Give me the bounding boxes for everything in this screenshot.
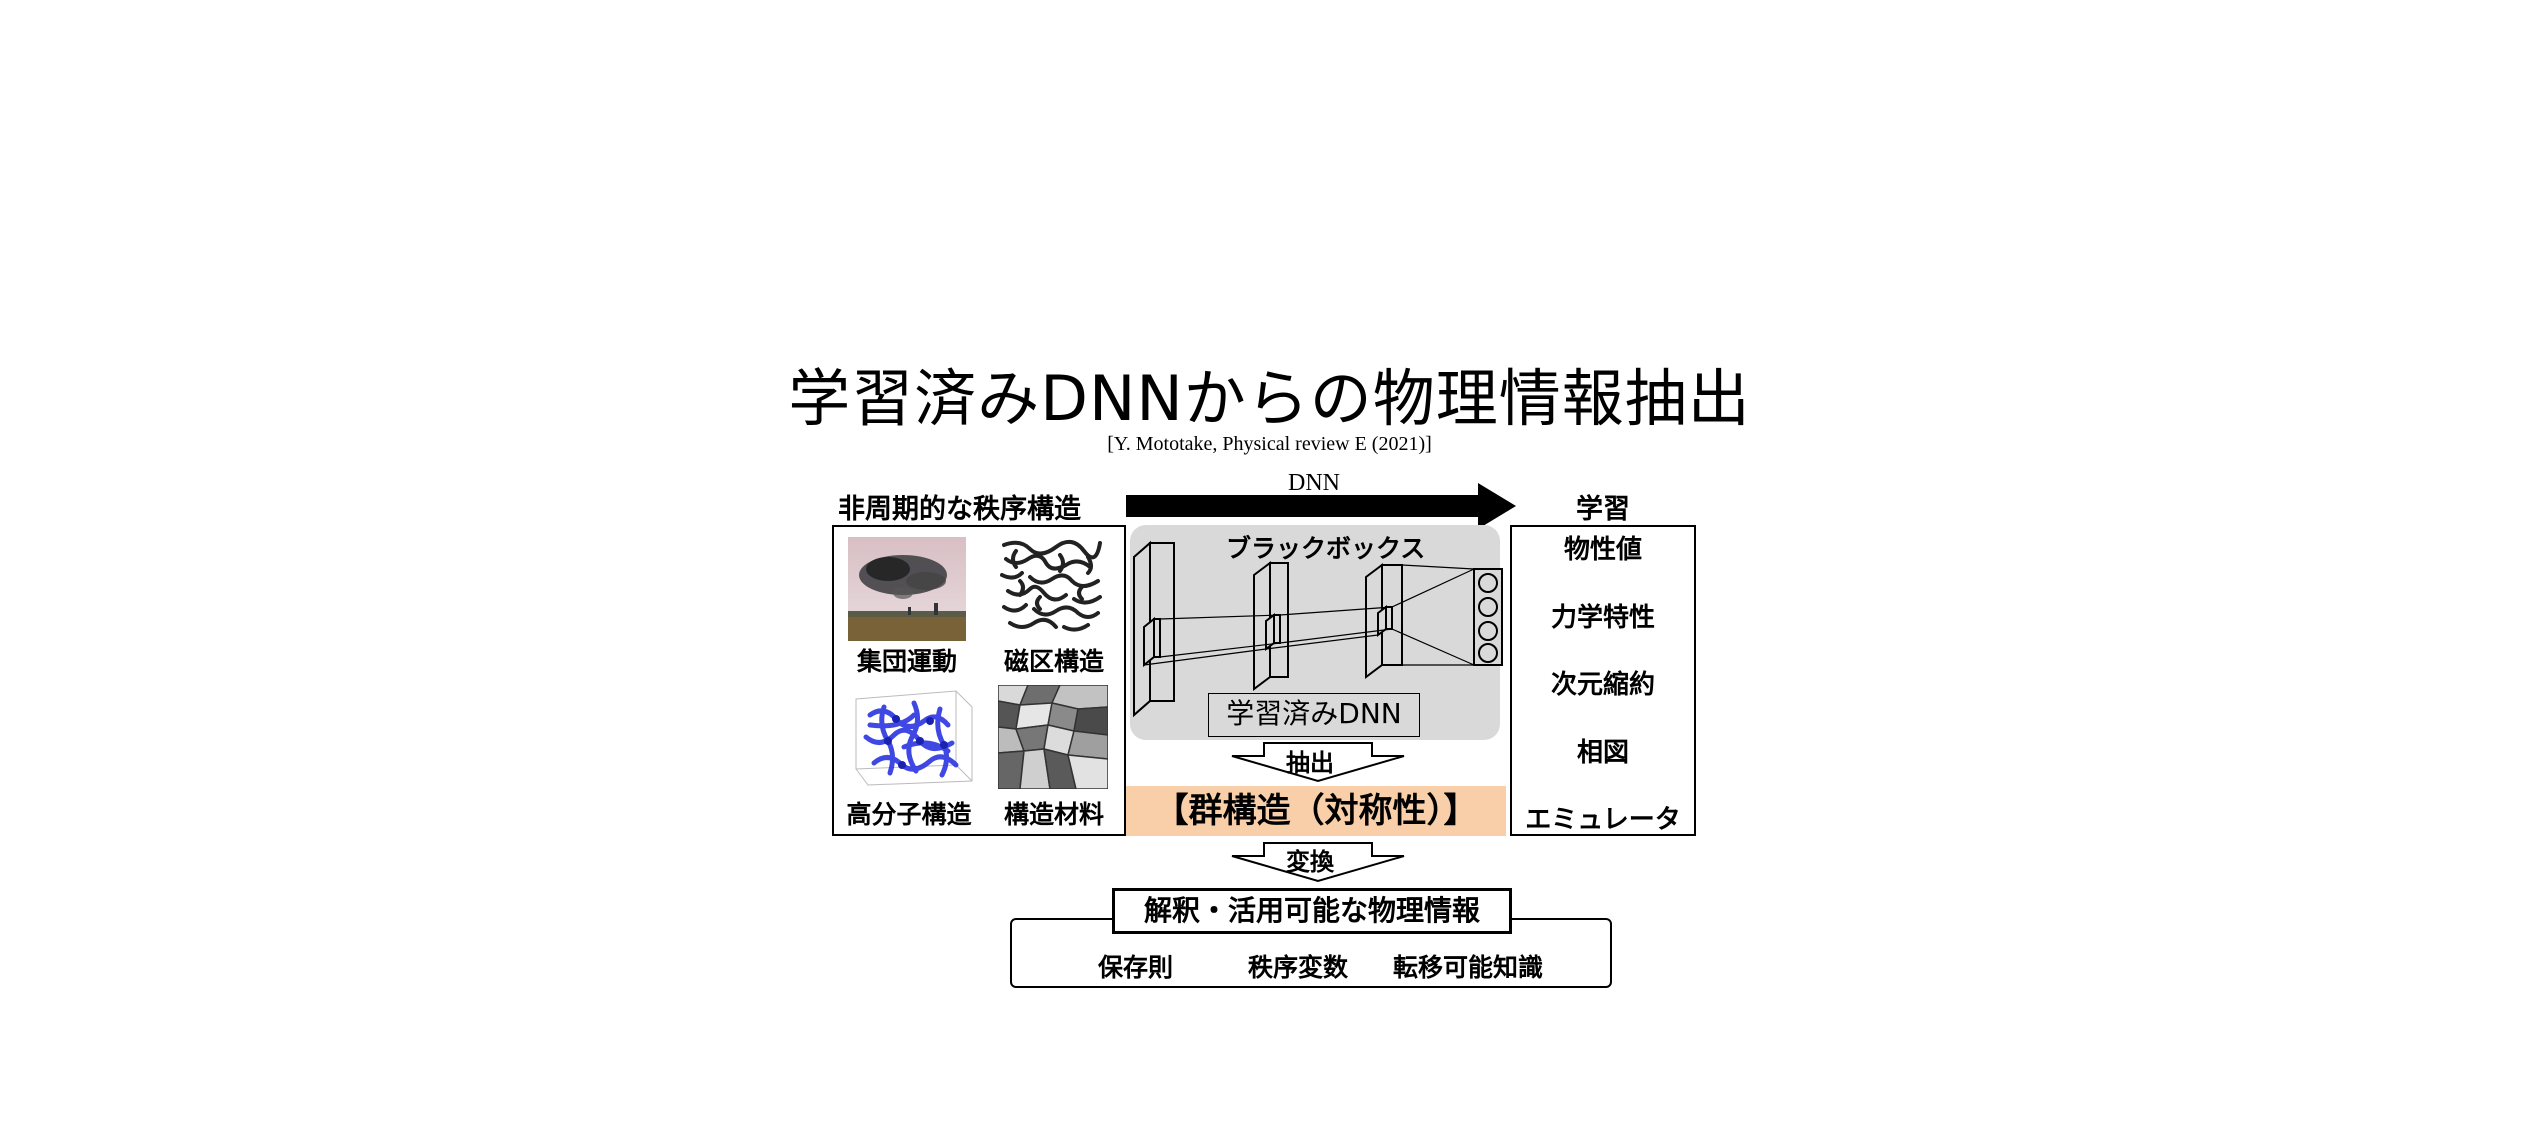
example-label-collective-motion: 集団運動 [856,647,957,676]
example-label-structural-material: 構造材料 [1003,800,1104,829]
learning-item-emulator: エミュレータ [1525,805,1681,835]
citation: [Y. Mototake, Physical review E (2021)] [1107,433,1432,455]
learning-item-mechanical-property: 力学特性 [1550,603,1655,633]
trained-dnn-box: 学習済みDNN [1208,693,1420,737]
page-title: 学習済みDNNからの物理情報抽出 [788,362,1751,435]
output-heading: 解釈・活用可能な物理情報 [1143,894,1480,927]
group-structure-label: 【群構造（対称性）】 [1154,791,1478,831]
input-heading: 非周期的な秩序構造 [838,494,1081,525]
group-structure-band: 【群構造（対称性）】 [1126,786,1506,836]
example-label-polymer: 高分子構造 [846,800,972,829]
output-heading-box: 解釈・活用可能な物理情報 [1112,888,1512,934]
learning-item-property-value: 物性値 [1563,535,1642,565]
transform-label: 変換 [1286,848,1334,876]
grain-microstructure-icon [998,685,1108,789]
output-item-transferable-knowledge: 転移可能知識 [1392,953,1543,982]
input-examples-box: 集団運動 磁区構造 高分子構造 構造材料 [832,525,1126,836]
trained-dnn-label: 学習済みDNN [1226,697,1402,730]
maze-pattern-icon [1000,537,1104,635]
learning-item-phase-diagram: 相図 [1576,738,1629,768]
extract-label: 抽出 [1286,749,1334,777]
example-label-magnetic-domain: 磁区構造 [1003,647,1104,676]
learning-item-dimension-reduction: 次元縮約 [1550,670,1655,700]
bird-flock-photo-icon [848,537,966,641]
dnn-arrow-label: DNN [1288,470,1340,496]
blackbox-panel: ブラックボックス 学習済みDNN [1130,525,1503,740]
learning-heading: 学習 [1576,494,1630,525]
output-item-order-parameter: 秩序変数 [1247,953,1348,982]
polymer-network-3d-icon [844,685,980,791]
learning-outcomes-box: 物性値 力学特性 次元縮約 相図 エミュレータ [1510,525,1696,836]
